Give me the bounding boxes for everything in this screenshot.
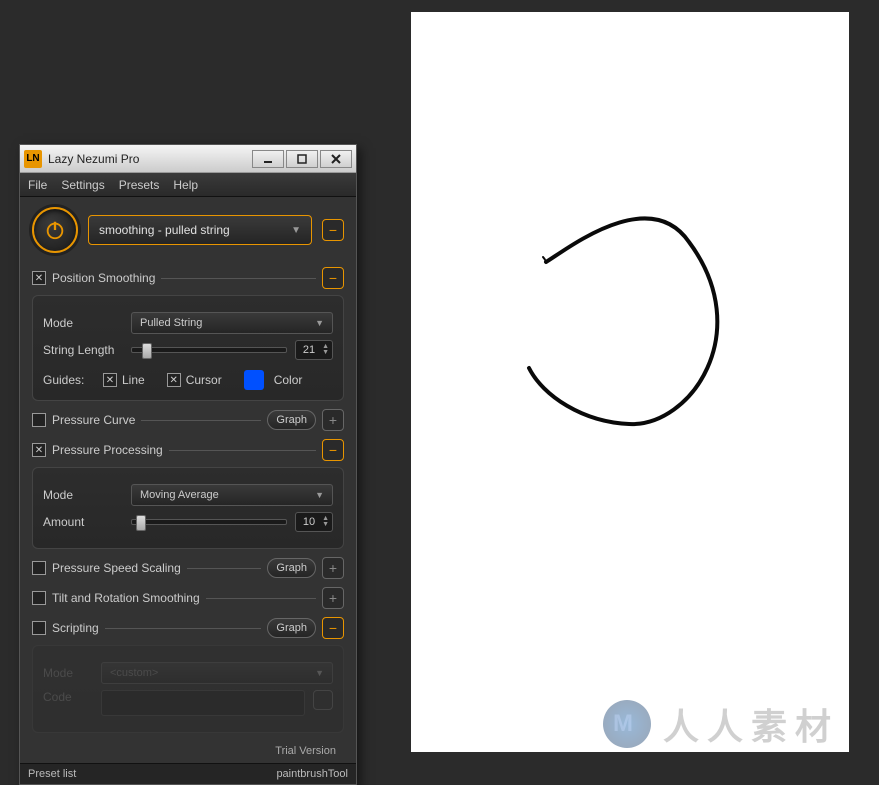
scripting-label: Scripting [52, 621, 99, 635]
preset-selected: smoothing - pulled string [99, 223, 230, 237]
close-button[interactable] [320, 150, 352, 168]
guide-cursor-checkbox[interactable]: ✕ [167, 373, 181, 387]
trial-version-label: Trial Version [32, 741, 344, 757]
section-pressure-speed-scaling: Pressure Speed Scaling Graph + [32, 557, 344, 579]
preset-dropdown[interactable]: smoothing - pulled string ▼ [88, 215, 312, 245]
collapse-pressure-processing-button[interactable]: − [322, 439, 344, 461]
pss-graph-button[interactable]: Graph [267, 558, 316, 578]
scripting-mode-label: Mode [43, 666, 93, 680]
position-mode-dropdown[interactable]: Pulled String ▼ [131, 312, 333, 334]
tilt-rotation-label: Tilt and Rotation Smoothing [52, 591, 200, 605]
pressure-processing-panel: Mode Moving Average ▼ Amount 10 ▲▼ [32, 467, 344, 549]
pressure-curve-checkbox[interactable] [32, 413, 46, 427]
tilt-rotation-checkbox[interactable] [32, 591, 46, 605]
section-position-smoothing: ✕ Position Smoothing − [32, 267, 344, 289]
canvas[interactable] [411, 12, 849, 752]
expand-tilt-button[interactable]: + [322, 587, 344, 609]
power-button[interactable] [32, 207, 78, 253]
pressure-processing-checkbox[interactable]: ✕ [32, 443, 46, 457]
titlebar[interactable]: LN Lazy Nezumi Pro [20, 145, 356, 173]
section-tilt-rotation: Tilt and Rotation Smoothing + [32, 587, 344, 609]
collapse-position-button[interactable]: − [322, 267, 344, 289]
minimize-button[interactable] [252, 150, 284, 168]
section-scripting: Scripting Graph − [32, 617, 344, 639]
guide-color-swatch[interactable] [244, 370, 264, 390]
pp-amount-label: Amount [43, 515, 123, 529]
guide-color-label: Color [274, 373, 303, 387]
pressure-curve-graph-button[interactable]: Graph [267, 410, 316, 430]
scripting-code-label: Code [43, 690, 93, 704]
guide-line-checkbox[interactable]: ✕ [103, 373, 117, 387]
pp-mode-dropdown[interactable]: Moving Average ▼ [131, 484, 333, 506]
scripting-mode-dropdown[interactable]: <custom> ▼ [101, 662, 333, 684]
position-smoothing-checkbox[interactable]: ✕ [32, 271, 46, 285]
string-length-spinner[interactable]: 21 ▲▼ [295, 340, 333, 360]
guides-label: Guides: [43, 373, 93, 387]
menu-help[interactable]: Help [173, 178, 198, 192]
menubar: File Settings Presets Help [20, 173, 356, 197]
maximize-button[interactable] [286, 150, 318, 168]
string-length-label: String Length [43, 343, 123, 357]
section-pressure-curve: Pressure Curve Graph + [32, 409, 344, 431]
chevron-down-icon: ▼ [291, 225, 301, 236]
collapse-scripting-button[interactable]: − [322, 617, 344, 639]
menu-presets[interactable]: Presets [119, 178, 160, 192]
pp-amount-spinner[interactable]: 10 ▲▼ [295, 512, 333, 532]
pressure-curve-label: Pressure Curve [52, 413, 135, 427]
expand-pss-button[interactable]: + [322, 557, 344, 579]
scripting-edit-button[interactable] [313, 690, 333, 710]
app-logo: LN [24, 150, 42, 168]
string-length-slider[interactable] [131, 347, 287, 353]
scripting-panel: Mode <custom> ▼ Code [32, 645, 344, 733]
chevron-down-icon: ▼ [315, 318, 324, 328]
pressure-speed-scaling-checkbox[interactable] [32, 561, 46, 575]
scripting-graph-button[interactable]: Graph [267, 618, 316, 638]
menu-settings[interactable]: Settings [61, 178, 104, 192]
slider-thumb[interactable] [142, 343, 152, 359]
guide-cursor-label: Cursor [186, 373, 222, 387]
pp-mode-label: Mode [43, 488, 123, 502]
position-smoothing-label: Position Smoothing [52, 271, 155, 285]
expand-pressure-curve-button[interactable]: + [322, 409, 344, 431]
pressure-processing-label: Pressure Processing [52, 443, 163, 457]
scripting-code-box[interactable] [101, 690, 305, 716]
menu-file[interactable]: File [28, 178, 47, 192]
slider-thumb[interactable] [136, 515, 146, 531]
mode-label: Mode [43, 316, 123, 330]
status-bar: Preset list paintbrushTool [20, 763, 356, 784]
section-pressure-processing: ✕ Pressure Processing − [32, 439, 344, 461]
watermark: M 人人素材 [603, 698, 839, 750]
collapse-preset-button[interactable]: − [322, 219, 344, 241]
app-title: Lazy Nezumi Pro [48, 152, 250, 166]
lazy-nezumi-panel: LN Lazy Nezumi Pro File Settings Presets… [19, 144, 357, 785]
position-smoothing-panel: Mode Pulled String ▼ String Length 21 ▲▼… [32, 295, 344, 401]
pressure-speed-label: Pressure Speed Scaling [52, 561, 181, 575]
chevron-down-icon: ▼ [315, 668, 324, 678]
chevron-down-icon: ▼ [315, 490, 324, 500]
scripting-checkbox[interactable] [32, 621, 46, 635]
watermark-logo: M [603, 700, 651, 748]
guide-line-label: Line [122, 373, 145, 387]
pp-amount-slider[interactable] [131, 519, 287, 525]
